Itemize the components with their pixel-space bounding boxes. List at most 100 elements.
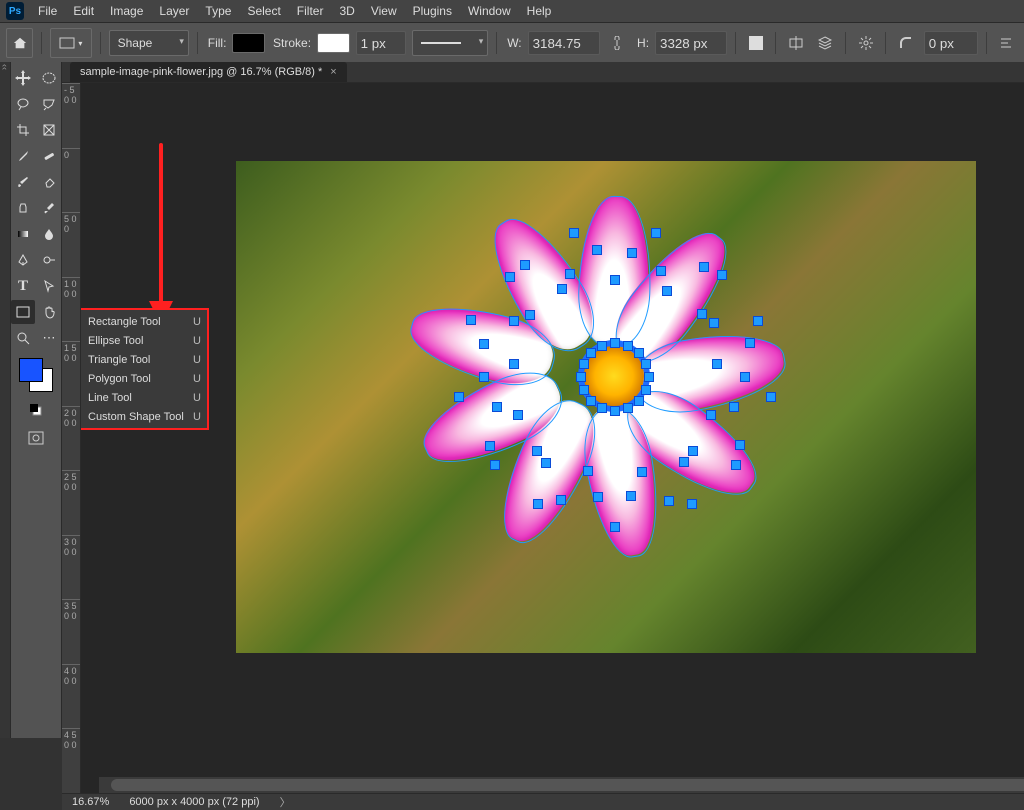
radius-input[interactable] [924, 31, 978, 55]
frame-tool[interactable] [37, 118, 61, 142]
menu-window[interactable]: Window [460, 2, 519, 20]
flyout-line-tool[interactable]: Line ToolU [81, 388, 207, 407]
menu-help[interactable]: Help [519, 2, 560, 20]
anchor-node[interactable] [485, 441, 495, 451]
anchor-node[interactable] [662, 286, 672, 296]
status-chevron-icon[interactable]: 〉 [280, 794, 291, 810]
anchor-node[interactable] [644, 372, 654, 382]
dodge-tool[interactable] [37, 248, 61, 272]
anchor-node[interactable] [541, 458, 551, 468]
anchor-node[interactable] [586, 348, 596, 358]
anchor-node[interactable] [626, 491, 636, 501]
shape-mode-select[interactable]: Shape [109, 30, 189, 56]
anchor-node[interactable] [641, 359, 651, 369]
gear-icon[interactable] [854, 30, 877, 56]
anchor-node[interactable] [717, 270, 727, 280]
anchor-node[interactable] [597, 341, 607, 351]
anchor-node[interactable] [532, 446, 542, 456]
foreground-color-swatch[interactable] [19, 358, 43, 382]
align-edges-icon[interactable] [784, 30, 807, 56]
flyout-ellipse-tool[interactable]: Ellipse ToolU [81, 331, 207, 350]
anchor-node[interactable] [556, 495, 566, 505]
anchor-node[interactable] [505, 272, 515, 282]
healing-tool[interactable] [37, 144, 61, 168]
menu-view[interactable]: View [363, 2, 405, 20]
flyout-polygon-tool[interactable]: Polygon ToolU [81, 369, 207, 388]
anchor-node[interactable] [610, 275, 620, 285]
fill-swatch[interactable] [232, 33, 265, 53]
home-button[interactable] [6, 28, 33, 58]
anchor-node[interactable] [610, 522, 620, 532]
ruler-vertical[interactable]: - 5 0 005 0 01 0 0 01 5 0 02 0 0 02 5 0 … [62, 83, 81, 793]
flyout-custom-tool[interactable]: Custom Shape ToolU [81, 407, 207, 426]
collapse-chevrons-icon[interactable]: ‹‹ [0, 64, 10, 70]
anchor-node[interactable] [509, 359, 519, 369]
anchor-node[interactable] [745, 338, 755, 348]
polygon-lasso-tool[interactable] [37, 92, 61, 116]
rectangle-tool[interactable] [11, 300, 35, 324]
brush-tool[interactable] [11, 170, 35, 194]
anchor-node[interactable] [641, 385, 651, 395]
anchor-node[interactable] [753, 316, 763, 326]
blur-tool[interactable] [37, 222, 61, 246]
anchor-node[interactable] [583, 466, 593, 476]
hand-tool[interactable] [37, 300, 61, 324]
menu-layer[interactable]: Layer [151, 2, 197, 20]
menu-image[interactable]: Image [102, 2, 151, 20]
stroke-width-input[interactable] [356, 31, 406, 55]
eyedropper-tool[interactable] [11, 144, 35, 168]
crop-tool[interactable] [11, 118, 35, 142]
anchor-node[interactable] [637, 467, 647, 477]
anchor-node[interactable] [592, 245, 602, 255]
menu-file[interactable]: File [30, 2, 65, 20]
move-tool[interactable] [11, 66, 35, 90]
anchor-node[interactable] [466, 315, 476, 325]
anchor-node[interactable] [766, 392, 776, 402]
menu-filter[interactable]: Filter [289, 2, 332, 20]
anchor-node[interactable] [479, 372, 489, 382]
anchor-node[interactable] [687, 499, 697, 509]
close-tab-icon[interactable]: × [330, 66, 336, 78]
menu-edit[interactable]: Edit [65, 2, 102, 20]
anchor-node[interactable] [513, 410, 523, 420]
pen-tool[interactable] [11, 248, 35, 272]
anchor-node[interactable] [627, 248, 637, 258]
height-input[interactable] [655, 31, 727, 55]
clone-tool[interactable] [11, 196, 35, 220]
anchor-node[interactable] [557, 284, 567, 294]
width-input[interactable] [528, 31, 600, 55]
flyout-rect-tool[interactable]: ▪Rectangle ToolU [81, 312, 207, 331]
anchor-node[interactable] [697, 309, 707, 319]
stroke-swatch[interactable] [317, 33, 350, 53]
anchor-node[interactable] [623, 341, 633, 351]
anchor-node[interactable] [634, 348, 644, 358]
anchor-node[interactable] [651, 228, 661, 238]
anchor-node[interactable] [579, 385, 589, 395]
eraser-tool[interactable] [37, 170, 61, 194]
default-colors-icon[interactable] [24, 398, 48, 422]
anchor-node[interactable] [729, 402, 739, 412]
anchor-node[interactable] [610, 338, 620, 348]
tool-preset-picker[interactable]: ▾ [50, 28, 92, 58]
anchor-node[interactable] [712, 359, 722, 369]
marquee-tool[interactable] [37, 66, 61, 90]
anchor-node[interactable] [664, 496, 674, 506]
flower-selection[interactable] [464, 206, 764, 526]
lasso-tool[interactable] [11, 92, 35, 116]
anchor-node[interactable] [490, 460, 500, 470]
anchor-node[interactable] [735, 440, 745, 450]
anchor-node[interactable] [586, 396, 596, 406]
anchor-node[interactable] [731, 460, 741, 470]
document-info[interactable]: 6000 px x 4000 px (72 ppi) [129, 796, 259, 808]
stroke-type-picker[interactable] [412, 30, 489, 56]
anchor-node[interactable] [699, 262, 709, 272]
anchor-node[interactable] [520, 260, 530, 270]
shape-fill-icon[interactable] [744, 30, 767, 56]
dock-strip[interactable]: ‹‹ [0, 62, 11, 738]
gradient-tool[interactable] [11, 222, 35, 246]
anchor-node[interactable] [525, 310, 535, 320]
anchor-node[interactable] [579, 359, 589, 369]
anchor-node[interactable] [576, 372, 586, 382]
anchor-node[interactable] [593, 492, 603, 502]
anchor-node[interactable] [634, 396, 644, 406]
